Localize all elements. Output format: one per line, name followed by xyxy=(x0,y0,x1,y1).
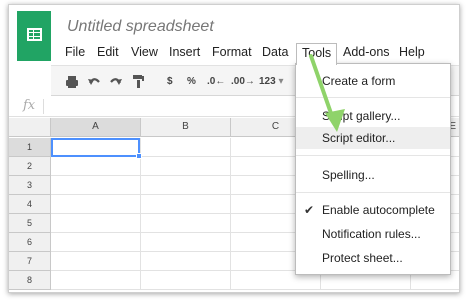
menu-file[interactable]: File xyxy=(65,43,85,63)
menu-item-protect-sheet[interactable]: Protect sheet... xyxy=(296,247,450,269)
cell-a2[interactable] xyxy=(51,157,141,176)
menu-item-spelling[interactable]: Spelling... xyxy=(296,164,450,186)
cell-b8[interactable] xyxy=(141,271,231,290)
currency-format-button[interactable]: $ xyxy=(167,66,173,97)
divider xyxy=(296,155,450,156)
document-title[interactable]: Untitled spreadsheet xyxy=(67,18,214,36)
chevron-down-icon: ▾ xyxy=(278,76,284,87)
tools-menu-dropdown: Create a form Script gallery... Script e… xyxy=(295,63,451,275)
increase-decimal-button[interactable]: .00→ xyxy=(231,66,255,97)
row-header-1[interactable]: 1 xyxy=(9,138,51,157)
row-header-5[interactable]: 5 xyxy=(9,214,51,233)
cell-b6[interactable] xyxy=(141,233,231,252)
menu-item-script-editor[interactable]: Script editor... xyxy=(296,127,450,149)
cell-a5[interactable] xyxy=(51,214,141,233)
divider xyxy=(296,192,450,193)
row-header-4[interactable]: 4 xyxy=(9,195,51,214)
column-header-a[interactable]: A xyxy=(51,118,141,137)
percent-format-button[interactable]: % xyxy=(187,66,196,97)
row-header-7[interactable]: 7 xyxy=(9,252,51,271)
cell-a6[interactable] xyxy=(51,233,141,252)
menu-help[interactable]: Help xyxy=(399,43,425,63)
menu-format[interactable]: Format xyxy=(212,43,252,63)
menu-view[interactable]: View xyxy=(131,43,158,63)
paint-format-icon[interactable] xyxy=(131,66,145,97)
row-header-6[interactable]: 6 xyxy=(9,233,51,252)
menu-insert[interactable]: Insert xyxy=(169,43,200,63)
fill-handle[interactable] xyxy=(136,153,142,159)
menu-item-enable-autocomplete[interactable]: ✔ Enable autocomplete xyxy=(296,199,450,221)
select-all-corner[interactable] xyxy=(9,118,51,137)
decrease-decimal-button[interactable]: .0← xyxy=(207,66,225,97)
row-header-8[interactable]: 8 xyxy=(9,271,51,290)
cell-b4[interactable] xyxy=(141,195,231,214)
menu-tools[interactable]: Tools xyxy=(296,43,338,65)
cell-a4[interactable] xyxy=(51,195,141,214)
menu-item-script-gallery[interactable]: Script gallery... xyxy=(296,105,450,127)
cell-b3[interactable] xyxy=(141,176,231,195)
cell-b1[interactable] xyxy=(141,138,231,157)
row-header-3[interactable]: 3 xyxy=(9,176,51,195)
cell-a8[interactable] xyxy=(51,271,141,290)
active-cell[interactable] xyxy=(51,138,142,159)
menu-item-notification-rules[interactable]: Notification rules... xyxy=(296,223,450,245)
cell-a7[interactable] xyxy=(51,252,141,271)
column-header-b[interactable]: B xyxy=(141,118,231,137)
print-icon[interactable] xyxy=(65,66,79,97)
cell-b5[interactable] xyxy=(141,214,231,233)
divider xyxy=(296,97,450,98)
sheets-logo-icon[interactable] xyxy=(17,11,51,61)
divider xyxy=(43,99,44,114)
menu-item-create-form[interactable]: Create a form xyxy=(296,70,450,92)
cell-b2[interactable] xyxy=(141,157,231,176)
row-header-2[interactable]: 2 xyxy=(9,157,51,176)
cell-a3[interactable] xyxy=(51,176,141,195)
spreadsheet-window: Untitled spreadsheet File Edit View Inse… xyxy=(8,4,460,293)
menu-add-ons[interactable]: Add-ons xyxy=(343,43,390,63)
cell-b7[interactable] xyxy=(141,252,231,271)
undo-icon[interactable] xyxy=(87,66,101,97)
checkmark-icon: ✔ xyxy=(304,203,315,217)
number-format-button[interactable]: 123 ▾ xyxy=(259,66,284,97)
fx-label: fx xyxy=(23,98,36,113)
redo-icon[interactable] xyxy=(109,66,123,97)
menu-edit[interactable]: Edit xyxy=(97,43,119,63)
menu-data[interactable]: Data xyxy=(262,43,288,63)
